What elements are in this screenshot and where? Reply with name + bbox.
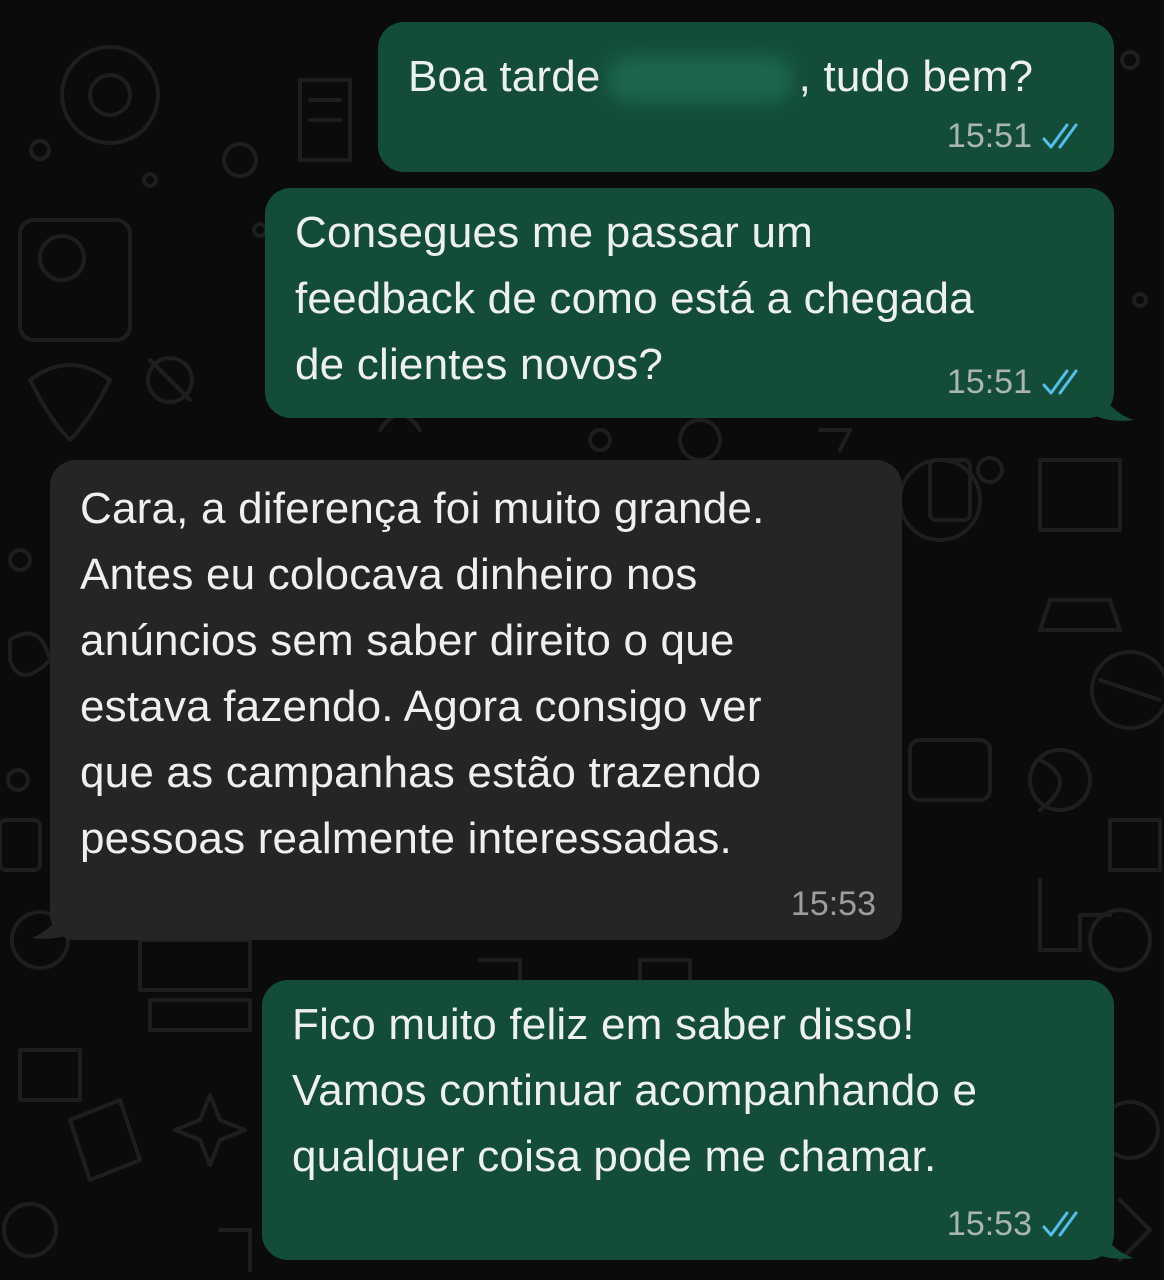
message-text: Boa tarde, tudo bem? <box>408 52 1034 103</box>
message-time: 15:53 <box>790 885 876 923</box>
message-meta: 15:51 <box>947 363 1088 402</box>
message-time: 15:53 <box>946 1205 1032 1243</box>
message-text: Cara, a diferença foi muito grande. Ante… <box>80 484 765 863</box>
message-bubble-outgoing-4[interactable]: Fico muito feliz em saber disso! Vamos c… <box>262 980 1114 1260</box>
double-check-read-icon <box>1042 1211 1078 1236</box>
message-meta: 15:51 <box>947 117 1088 156</box>
message-bubble-incoming-3[interactable]: Cara, a diferença foi muito grande. Ante… <box>50 460 902 940</box>
double-check-read-icon <box>1042 369 1078 394</box>
double-check-read-icon <box>1042 123 1078 148</box>
message-meta: 15:53 <box>791 885 876 924</box>
message-meta: 15:53 <box>947 1205 1088 1244</box>
message-bubble-outgoing-2[interactable]: Consegues me passar um feedback de como … <box>265 188 1114 418</box>
message-time: 15:51 <box>946 363 1032 401</box>
message-text: Fico muito feliz em saber disso! Vamos c… <box>292 1000 978 1181</box>
redacted-name <box>606 56 793 103</box>
message-bubble-outgoing-1[interactable]: Boa tarde, tudo bem? 15:51 <box>378 22 1114 172</box>
message-time: 15:51 <box>946 117 1032 155</box>
